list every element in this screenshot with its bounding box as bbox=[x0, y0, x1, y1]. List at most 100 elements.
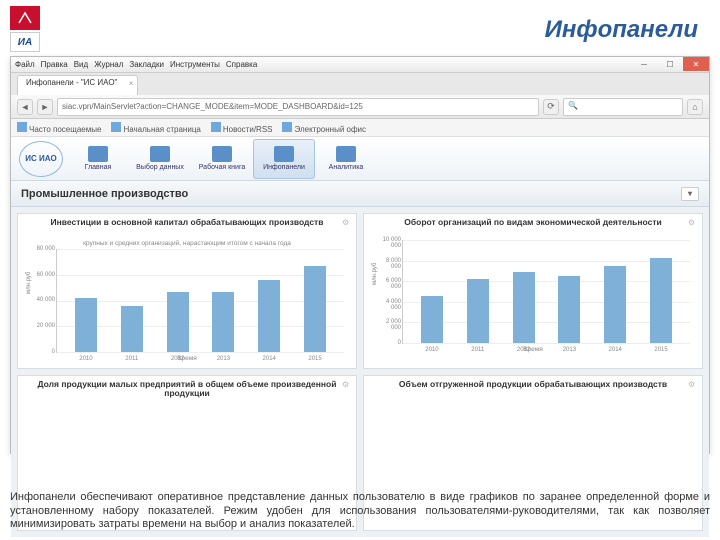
back-button[interactable]: ◄ bbox=[17, 99, 33, 115]
forward-button[interactable]: ► bbox=[37, 99, 53, 115]
maximize-button[interactable]: ☐ bbox=[657, 57, 683, 71]
close-icon[interactable]: × bbox=[129, 79, 134, 88]
chart-bar[interactable]: 2015 bbox=[650, 258, 672, 343]
app-logo[interactable]: ИС ИАО bbox=[19, 141, 63, 177]
chart-bar[interactable]: 2015 bbox=[304, 266, 326, 352]
bookmark-icon bbox=[282, 122, 292, 132]
nav-Выбор данных[interactable]: Выбор данных bbox=[129, 139, 191, 179]
chart-bar[interactable]: 2011 bbox=[121, 306, 143, 352]
reload-button[interactable]: ⟳ bbox=[543, 99, 559, 115]
nav-icon bbox=[336, 146, 356, 162]
bookmark-item[interactable]: Новости/RSS bbox=[211, 122, 273, 134]
chart-panel: ⚙Инвестиции в основной капитал обрабатыв… bbox=[17, 213, 357, 369]
y-tick: 2 000 000 bbox=[379, 319, 401, 331]
section-header: Промышленное производство ▾ bbox=[11, 181, 709, 207]
menu-view[interactable]: Вид bbox=[74, 60, 88, 69]
y-tick: 8 000 000 bbox=[379, 258, 401, 270]
menu-help[interactable]: Справка bbox=[226, 60, 257, 69]
y-tick: 4 000 000 bbox=[379, 299, 401, 311]
close-button[interactable]: ✕ bbox=[683, 57, 709, 71]
menu-tools[interactable]: Инструменты bbox=[170, 60, 220, 69]
bookmark-item[interactable]: Электронный офис bbox=[282, 122, 366, 134]
slide-description: Инфопанели обеспечивают оперативное пред… bbox=[10, 491, 710, 532]
y-tick: 0 bbox=[33, 349, 55, 355]
chart-title: Инвестиции в основной капитал обрабатыва… bbox=[26, 218, 348, 240]
x-tick: 2013 bbox=[563, 347, 576, 353]
gear-icon[interactable]: ⚙ bbox=[342, 380, 352, 390]
collapse-button[interactable]: ▾ bbox=[681, 187, 699, 201]
dashboard-panels: ⚙Инвестиции в основной капитал обрабатыв… bbox=[11, 207, 709, 537]
url-field[interactable]: siac.vpn/MainServlet?action=CHANGE_MODE&… bbox=[57, 98, 539, 116]
minimize-button[interactable]: ─ bbox=[631, 57, 657, 71]
y-axis-label: млн.руб bbox=[372, 262, 378, 284]
menu-bookmarks[interactable]: Закладки bbox=[129, 60, 164, 69]
y-tick: 60 000 bbox=[33, 272, 55, 278]
chart-bar[interactable]: 2014 bbox=[604, 266, 626, 343]
y-tick: 0 bbox=[379, 340, 401, 346]
browser-tab[interactable]: Инфопанели - "ИС ИАО" × bbox=[17, 75, 138, 95]
chart-bar[interactable]: 2012 bbox=[513, 272, 535, 343]
chart-title: Объем отгруженной продукции обрабатывающ… bbox=[372, 380, 694, 402]
chart-subtitle: крупных и средних организаций, нарастающ… bbox=[26, 240, 348, 247]
x-axis-label: Время bbox=[372, 346, 694, 353]
chart-bar[interactable]: 2013 bbox=[212, 292, 234, 353]
nav-icon bbox=[88, 146, 108, 162]
menu-file[interactable]: Файл bbox=[15, 60, 35, 69]
x-tick: 2013 bbox=[217, 356, 230, 362]
bookmark-item[interactable]: Часто посещаемые bbox=[17, 122, 101, 134]
url-text: siac.vpn/MainServlet?action=CHANGE_MODE&… bbox=[62, 102, 363, 111]
x-tick: 2011 bbox=[471, 347, 484, 353]
browser-addressbar: ◄ ► siac.vpn/MainServlet?action=CHANGE_M… bbox=[11, 95, 709, 119]
x-tick: 2015 bbox=[654, 347, 667, 353]
nav-label: Рабочая книга bbox=[199, 164, 245, 171]
x-tick: 2015 bbox=[308, 356, 321, 362]
chart-bar[interactable]: 2010 bbox=[75, 298, 97, 352]
bookmark-item[interactable]: Начальная страница bbox=[111, 122, 200, 134]
nav-Аналитика[interactable]: Аналитика bbox=[315, 139, 377, 179]
nav-icon bbox=[274, 146, 294, 162]
nav-Главная[interactable]: Главная bbox=[67, 139, 129, 179]
x-tick: 2014 bbox=[609, 347, 622, 353]
home-button[interactable]: ⌂ bbox=[687, 99, 703, 115]
bookmark-icon bbox=[211, 122, 221, 132]
chart-bar[interactable]: 2014 bbox=[258, 280, 280, 352]
gear-icon[interactable]: ⚙ bbox=[688, 380, 698, 390]
y-tick: 6 000 000 bbox=[379, 278, 401, 290]
gear-icon[interactable]: ⚙ bbox=[688, 218, 698, 228]
search-input[interactable]: 🔍 bbox=[563, 98, 683, 116]
nav-icon bbox=[150, 146, 170, 162]
chart-area: млн.руб020 00040 00060 00080 00020102011… bbox=[56, 249, 344, 353]
chart-bar[interactable]: 2012 bbox=[167, 292, 189, 353]
bookmark-icon bbox=[111, 122, 121, 132]
x-tick: 2010 bbox=[425, 347, 438, 353]
emblem-icon bbox=[10, 6, 40, 30]
x-tick: 2011 bbox=[125, 356, 138, 362]
app-navbar: ИС ИАО Главная Выбор данных Рабочая книга И… bbox=[11, 137, 709, 181]
tab-label: Инфопанели - "ИС ИАО" bbox=[26, 78, 117, 87]
x-tick: 2014 bbox=[263, 356, 276, 362]
x-tick: 2010 bbox=[79, 356, 92, 362]
slide-logo: ИА bbox=[10, 6, 40, 52]
nav-label: Главная bbox=[85, 164, 112, 171]
nav-Инфопанели[interactable]: Инфопанели bbox=[253, 139, 315, 179]
menu-edit[interactable]: Правка bbox=[41, 60, 68, 69]
x-axis-label: Время bbox=[26, 355, 348, 362]
chart-bar[interactable]: 2010 bbox=[421, 296, 443, 343]
menu-history[interactable]: Журнал bbox=[94, 60, 123, 69]
x-tick: 2012 bbox=[517, 347, 530, 353]
chart-bar[interactable]: 2011 bbox=[467, 279, 489, 343]
nav-Рабочая книга[interactable]: Рабочая книга bbox=[191, 139, 253, 179]
nav-label: Выбор данных bbox=[136, 164, 184, 171]
y-tick: 40 000 bbox=[33, 297, 55, 303]
chart-title: Оборот организаций по видам экономическо… bbox=[372, 218, 694, 240]
browser-window: Файл Правка Вид Журнал Закладки Инструме… bbox=[10, 56, 710, 454]
browser-tabbar: Инфопанели - "ИС ИАО" × bbox=[11, 73, 709, 95]
iac-logo-icon: ИА bbox=[10, 32, 40, 52]
chart-bar[interactable]: 2013 bbox=[558, 276, 580, 343]
x-tick: 2012 bbox=[171, 356, 184, 362]
section-title: Промышленное производство bbox=[21, 188, 188, 200]
y-axis-label: млн.руб bbox=[26, 271, 32, 293]
chart-title: Доля продукции малых предприятий в общем… bbox=[26, 380, 348, 402]
gear-icon[interactable]: ⚙ bbox=[342, 218, 352, 228]
y-tick: 10 000 000 bbox=[379, 237, 401, 249]
